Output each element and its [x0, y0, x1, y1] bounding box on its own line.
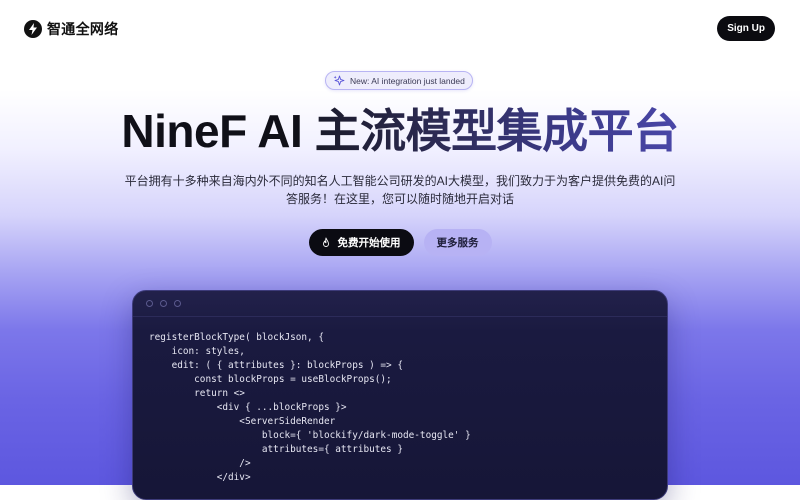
code-line: <ServerSideRender [149, 416, 336, 427]
start-free-button[interactable]: 免费开始使用 [308, 229, 414, 256]
lightning-bolt-icon [24, 20, 42, 38]
page-title: NineF AI 主流模型集成平台 [0, 101, 800, 161]
sign-up-button[interactable]: Sign Up [717, 16, 775, 41]
code-line: registerBlockType( blockJson, { [149, 332, 324, 343]
code-line: <div { ...blockProps }> [149, 402, 347, 413]
hero-description: 平台拥有十多种来自海内外不同的知名人工智能公司研发的AI大模型，我们致力于为客户… [124, 174, 676, 206]
top-header: 智通全网络 Sign Up [0, 0, 800, 58]
code-block: registerBlockType( blockJson, { icon: st… [149, 331, 471, 485]
announcement-text: New: AI integration just landed [350, 75, 465, 86]
code-line: icon: styles, [149, 346, 245, 357]
code-line: const blockProps = useBlockProps(); [149, 374, 392, 385]
window-title-bar [133, 291, 667, 317]
window-dot-icon [160, 300, 167, 307]
more-services-button[interactable]: 更多服务 [423, 229, 492, 256]
code-line: attributes={ attributes } [149, 444, 403, 455]
code-preview-window: registerBlockType( blockJson, { icon: st… [132, 290, 668, 500]
code-line: /> [149, 458, 251, 469]
code-line: edit: ( { attributes }: blockProps ) => … [149, 360, 403, 371]
window-dot-icon [174, 300, 181, 307]
brand-name: 智通全网络 [47, 21, 119, 37]
title-brand: NineF AI [121, 105, 315, 157]
code-line: return <> [149, 388, 245, 399]
code-line: block={ 'blockify/dark-mode-toggle' } [149, 430, 471, 441]
brand[interactable]: 智通全网络 [24, 17, 119, 41]
start-free-label: 免费开始使用 [337, 237, 401, 249]
title-highlight: 主流模型集成平台 [314, 105, 680, 157]
flame-icon [320, 237, 332, 249]
window-dot-icon [146, 300, 153, 307]
cta-row: 免费开始使用 更多服务 [0, 229, 800, 256]
announcement-badge[interactable]: New: AI integration just landed [325, 71, 473, 90]
code-line: </div> [149, 472, 251, 483]
sparkle-icon [333, 75, 345, 87]
